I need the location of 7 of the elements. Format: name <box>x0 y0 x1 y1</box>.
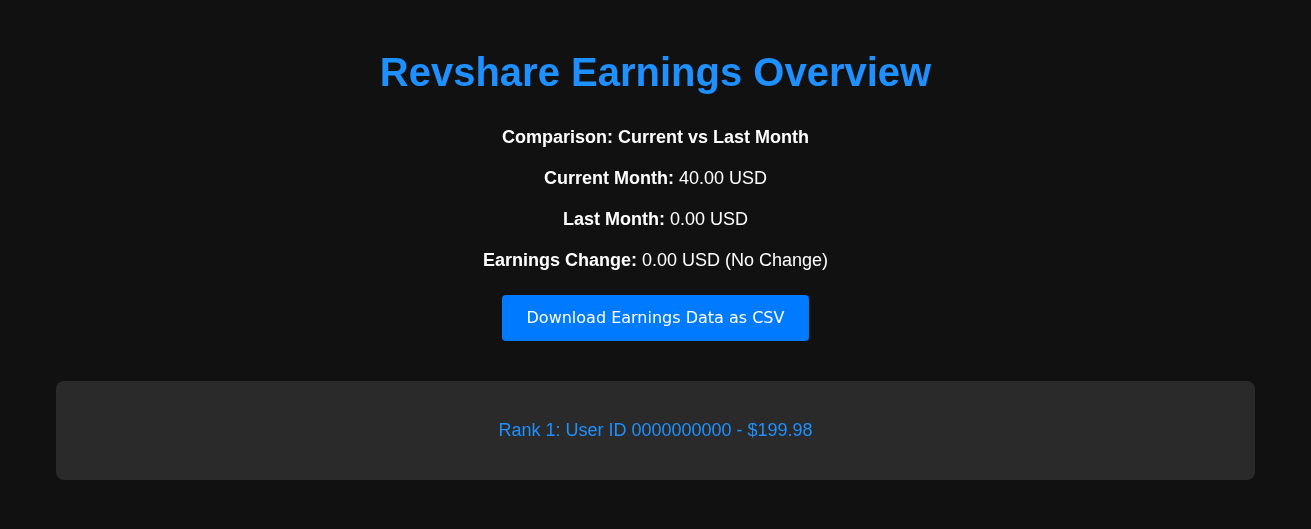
stat-line: Last Month: 0.00 USD <box>562 209 749 230</box>
leaderboard-entry: Rank 1: User ID 0000000000 - $199.98 <box>497 420 814 441</box>
stat-line: Current Month: 40.00 USD <box>542 168 768 189</box>
stat-line: Earnings Change: 0.00 USD (No Change) <box>481 250 830 271</box>
comparison-heading: Comparison: Current vs Last Month <box>501 127 810 148</box>
download-button[interactable]: Download Earnings Data as CSV <box>501 295 810 341</box>
page-title: Revshare Earnings Overview <box>378 49 933 96</box>
